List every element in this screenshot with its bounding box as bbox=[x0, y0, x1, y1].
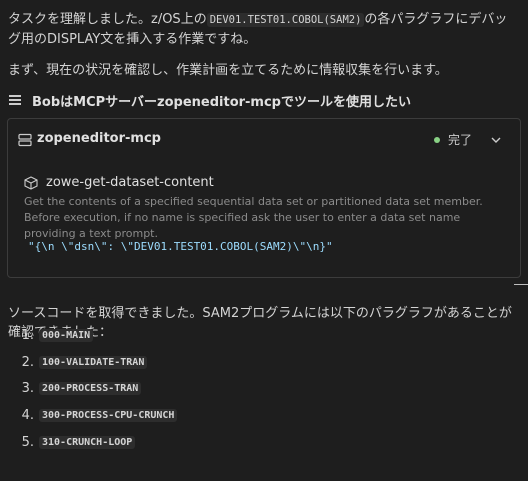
list-item-number: 5. bbox=[21, 434, 34, 450]
tool-status: 完了 bbox=[433, 131, 502, 148]
tool-name-row: zowe-get-dataset-content bbox=[24, 175, 214, 190]
tool-use-header-label: BobはMCPサーバーzopeneditor-mcpでツールを使用したい bbox=[32, 94, 411, 110]
mcp-server-name: zopeneditor-mcp bbox=[37, 131, 161, 146]
list-item-number: 4. bbox=[21, 407, 34, 423]
tool-description: Get the contents of a specified sequenti… bbox=[24, 195, 483, 240]
list-item-number: 1. bbox=[21, 327, 34, 343]
list-item: 2. 100-VALIDATE-TRAN bbox=[8, 349, 508, 376]
assistant-message-intro: タスクを理解しました。z/OS上の DEV01.TEST01.COBOL(SAM2… bbox=[8, 10, 520, 49]
status-text: 完了 bbox=[447, 133, 472, 147]
tool-name: zowe-get-dataset-content bbox=[46, 175, 214, 190]
paragraph-name: 300-PROCESS-CPU-CRUNCH bbox=[39, 408, 178, 422]
paragraph-name: 310-CRUNCH-LOOP bbox=[39, 435, 136, 449]
paragraph-name: 200-PROCESS-TRAN bbox=[39, 382, 142, 396]
tool-arguments: "{\n \"dsn\": \"DEV01.TEST01.COBOL(SAM2)… bbox=[28, 240, 333, 253]
list-icon bbox=[8, 93, 22, 107]
list-item-number: 2. bbox=[21, 354, 34, 370]
chevron-down-icon[interactable] bbox=[490, 134, 502, 146]
assistant-message-plan: まず、現在の状況を確認し、作業計画を立てるために情報収集を行います。 bbox=[8, 63, 448, 78]
dataset-inline-code: DEV01.TEST01.COBOL(SAM2) bbox=[206, 13, 365, 27]
tool-use-header: BobはMCPサーバーzopeneditor-mcpでツールを使用したい bbox=[8, 90, 411, 110]
list-item: 3. 200-PROCESS-TRAN bbox=[8, 375, 508, 402]
list-item-number: 3. bbox=[21, 381, 34, 397]
paragraph-list: 1. 000-MAIN 2. 100-VALIDATE-TRAN 3. 200-… bbox=[8, 322, 508, 455]
paragraph-name: 000-MAIN bbox=[39, 328, 94, 342]
scroll-indicator bbox=[514, 284, 528, 285]
list-item: 5. 310-CRUNCH-LOOP bbox=[8, 429, 508, 456]
mcp-tool-card: zopeneditor-mcp 完了 zowe-get-dataset-cont… bbox=[7, 118, 521, 278]
paragraph-name: 100-VALIDATE-TRAN bbox=[39, 355, 148, 369]
server-icon bbox=[18, 133, 32, 147]
status-success-dot bbox=[433, 136, 440, 143]
list-item: 4. 300-PROCESS-CPU-CRUNCH bbox=[8, 402, 508, 429]
cube-icon bbox=[24, 175, 38, 190]
intro-text-a: タスクを理解しました。z/OS上の bbox=[8, 12, 207, 27]
list-item: 1. 000-MAIN bbox=[8, 322, 508, 349]
mcp-tool-card-header[interactable]: zopeneditor-mcp 完了 bbox=[8, 119, 520, 159]
